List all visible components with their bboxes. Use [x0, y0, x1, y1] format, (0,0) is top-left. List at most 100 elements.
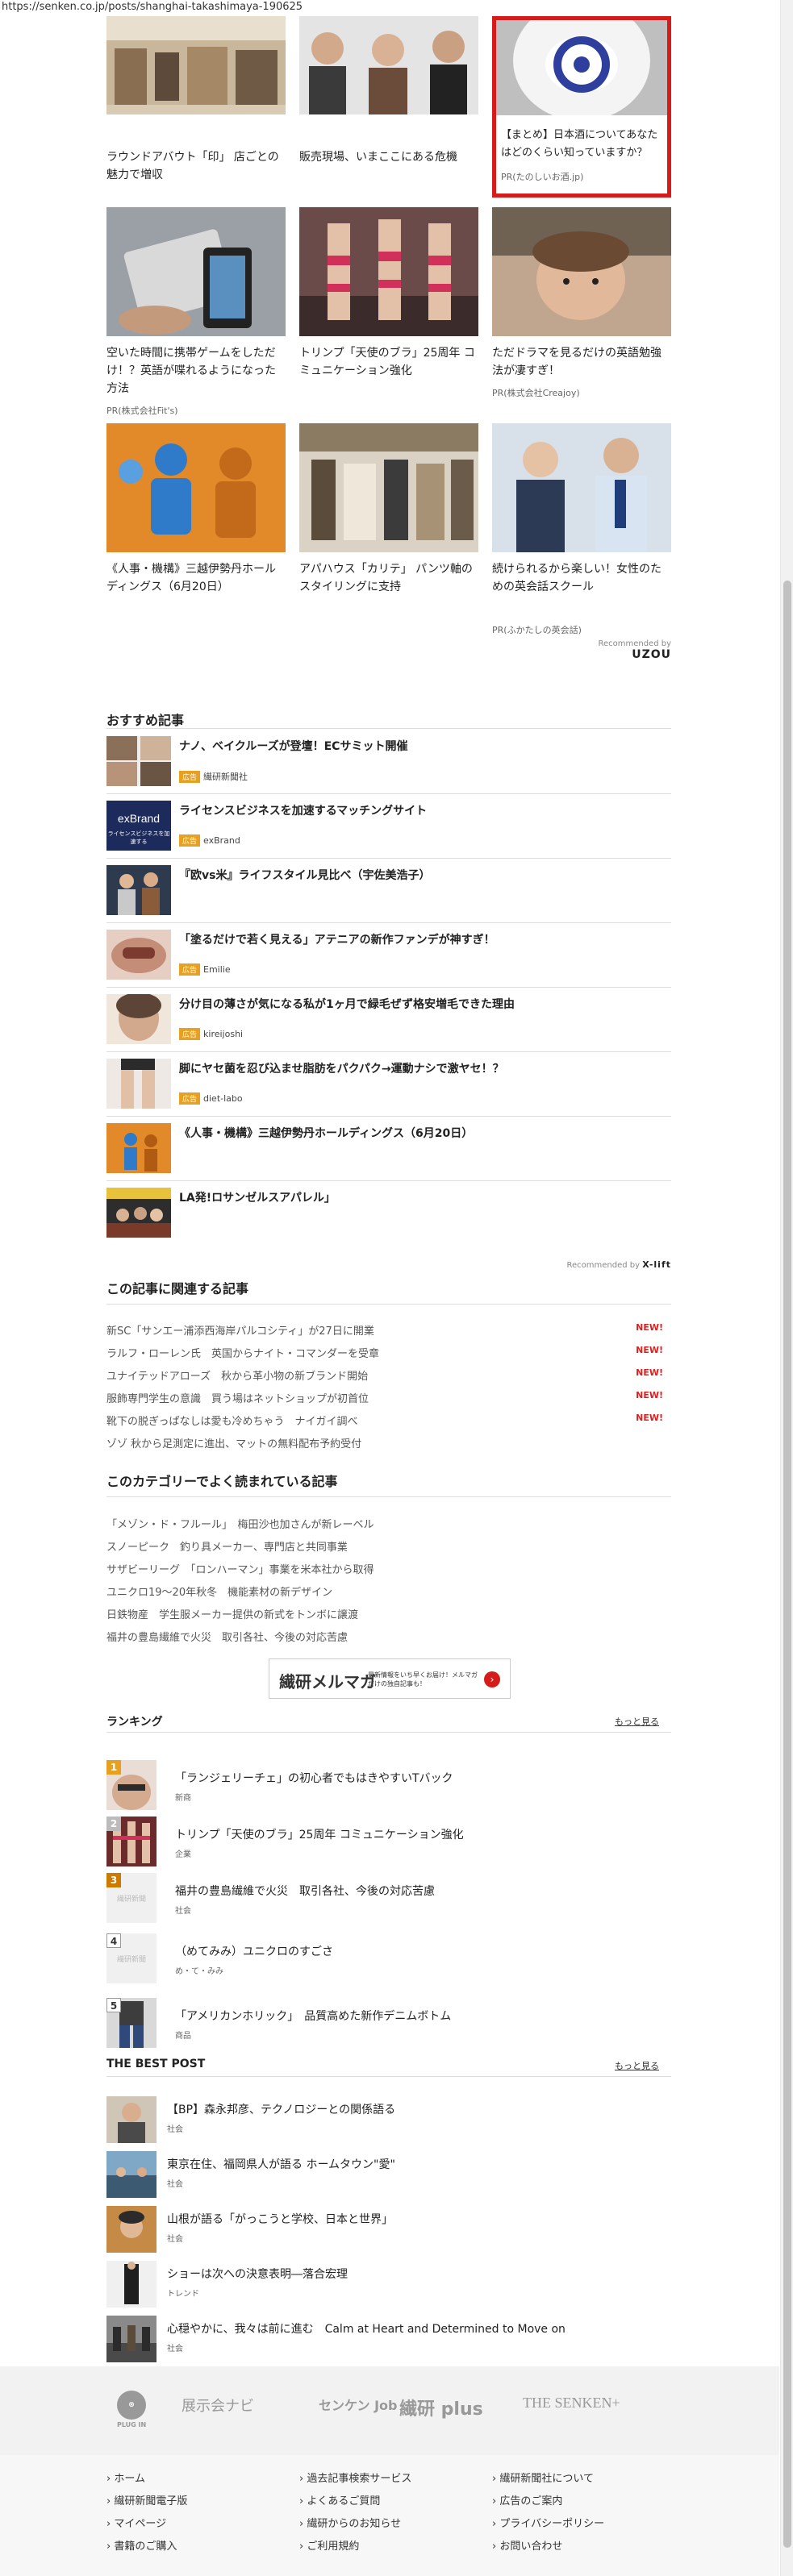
- ad-card[interactable]: 空いた時間に携帯ゲームをしただけ！？英語が喋れるようになった方法 PR(株式会社…: [106, 207, 286, 417]
- osusume-item[interactable]: 「塗るだけで若く見える」アテニアの新作ファンデが神すぎ！ 広告 Emilie: [106, 923, 671, 988]
- best-post-title[interactable]: 山根が語る「がっこうと学校、日本と世界」: [167, 2211, 393, 2227]
- ranking-title[interactable]: （めてみみ）ユニクロのすごさ: [175, 1943, 333, 1959]
- footer-link[interactable]: › ご利用規約: [299, 2537, 359, 2553]
- related-title[interactable]: 新SC「サンエー浦添西海岸パルコシティ」が27日に開業: [106, 1325, 374, 1338]
- footer-link[interactable]: › 繊研新聞社について: [492, 2470, 594, 2485]
- footer-link[interactable]: › マイページ: [106, 2515, 166, 2530]
- ad-card[interactable]: トリンプ「天使のブラ」25周年 コミュニケーション強化: [299, 207, 478, 380]
- related-item[interactable]: 新SC「サンエー浦添西海岸パルコシティ」が27日に開業 NEW!: [106, 1322, 671, 1338]
- footer-link-label[interactable]: 過去記事検索サービス: [307, 2473, 411, 2485]
- related-item[interactable]: ゾゾ 秋から足測定に進出、マットの無料配布予約受付: [106, 1435, 671, 1450]
- ranking-title[interactable]: 「アメリカンホリック」 品質高めた新作デニムボトム: [175, 2008, 451, 2024]
- category-item[interactable]: 福井の豊島繊維で火災 取引各社、今後の対応苦慮: [106, 1629, 671, 1644]
- footer-link-label[interactable]: 繊研新聞社について: [499, 2473, 594, 2485]
- osusume-item[interactable]: 『欧vs米』ライフスタイル見比べ（宇佐美浩子）: [106, 859, 671, 923]
- footer-link-label[interactable]: 繊研新聞電子版: [114, 2495, 187, 2507]
- ranking-item[interactable]: 繊研新聞 4 （めてみみ）ユニクロのすごさ め・て・みみ: [106, 1933, 671, 1990]
- ranking-title[interactable]: 福井の豊島繊維で火災 取引各社、今後の対応苦慮: [175, 1883, 435, 1899]
- footer-link-label[interactable]: プライバシーポリシー: [499, 2518, 604, 2530]
- the-senken-plus-logo[interactable]: THE SENKEN+: [523, 2395, 620, 2412]
- footer-link-label[interactable]: 書籍のご購入: [114, 2541, 177, 2553]
- category-item[interactable]: 「メゾン・ド・フルール」 梅田沙也加さんが新レーベル: [106, 1516, 671, 1531]
- footer-link-label[interactable]: ご利用規約: [307, 2541, 359, 2553]
- ranking-title[interactable]: トリンプ「天使のブラ」25周年 コミュニケーション強化: [175, 1826, 464, 1842]
- category-item[interactable]: 日鉄物産 学生服メーカー提供の新式をトンボに譲渡: [106, 1606, 671, 1621]
- ranking-item[interactable]: 繊研新聞 3 福井の豊島繊維で火災 取引各社、今後の対応苦慮 社会: [106, 1873, 671, 1929]
- ad-card[interactable]: 販売現場、いまここにある危機: [299, 16, 478, 166]
- ad-title[interactable]: 販売現場、いまここにある危機: [299, 148, 478, 166]
- best-post-item[interactable]: 東京在住、福岡県人が語る ホームタウン"愛" 社会: [106, 2151, 671, 2204]
- osusume-item[interactable]: exBrand ライセンスビジネスを加速する ライセンスビジネスを加速するマッチ…: [106, 794, 671, 859]
- ad-card[interactable]: 続けられるから楽しい！女性のための英会話スクール PR(ふかたしの英会話): [492, 423, 671, 636]
- category-item[interactable]: サザビーリーグ 「ロンハーマン」事業を米本社から取得: [106, 1561, 671, 1576]
- ad-title[interactable]: ラウンドアバウト「印」 店ごとの魅力で増収: [106, 148, 286, 184]
- footer-link[interactable]: › お問い合わせ: [492, 2537, 562, 2553]
- tenjikai-navi-logo[interactable]: 展示会ナビ: [182, 2395, 254, 2416]
- ad-title[interactable]: トリンプ「天使のブラ」25周年 コミュニケーション強化: [299, 344, 478, 380]
- ad-title[interactable]: 【まとめ】日本酒についてあなたはどのくらい知っていますか？: [496, 127, 667, 162]
- recommended-by-xlift[interactable]: Recommended by X-lift: [532, 1259, 671, 1270]
- related-item[interactable]: 服飾専門学生の意識 買う場はネットショップが初首位 NEW!: [106, 1390, 671, 1405]
- footer-link-label[interactable]: 広告のご案内: [499, 2495, 562, 2507]
- osusume-title[interactable]: 「塗るだけで若く見える」アテニアの新作ファンデが神すぎ！: [179, 931, 495, 947]
- osusume-title[interactable]: LA発!ロサンゼルスアパレル」: [179, 1189, 336, 1205]
- related-title[interactable]: ユナイテッドアローズ 秋から革小物の新ブランド開始: [106, 1371, 368, 1383]
- related-item[interactable]: ユナイテッドアローズ 秋から革小物の新ブランド開始 NEW!: [106, 1367, 671, 1383]
- ranking-item[interactable]: 1 「ランジェリーチェ」の初心者でもはきやすいTバック 新商: [106, 1760, 671, 1817]
- related-title[interactable]: ゾゾ 秋から足測定に進出、マットの無料配布予約受付: [106, 1438, 361, 1450]
- ad-title[interactable]: 《人事・機構》三越伊勢丹ホールディングス（6月20日）: [106, 560, 286, 596]
- osusume-item[interactable]: 脚にヤセ菌を忍び込ませ脂肪をパクパク→運動ナシで激ヤセ！？ 広告 diet-lab…: [106, 1052, 671, 1117]
- footer-link[interactable]: › 書籍のご購入: [106, 2537, 177, 2553]
- related-title[interactable]: 服飾専門学生の意識 買う場はネットショップが初首位: [106, 1393, 369, 1405]
- osusume-title[interactable]: 脚にヤセ菌を忍び込ませ脂肪をパクパク→運動ナシで激ヤセ！？: [179, 1060, 504, 1076]
- related-title[interactable]: ラルフ・ローレン氏 英国からナイト・コマンダーを受章: [106, 1348, 379, 1360]
- footer-link[interactable]: › 過去記事検索サービス: [299, 2470, 411, 2485]
- ranking-more-link[interactable]: もっと見る: [615, 1715, 659, 1728]
- osusume-title[interactable]: ナノ、ベイクルーズが登壇！ECサミット開催: [179, 738, 407, 754]
- best-post-title[interactable]: ショーは次への決意表明―落合宏理: [167, 2266, 348, 2282]
- senken-plus-logo[interactable]: 繊研 plus: [399, 2395, 483, 2420]
- ad-title[interactable]: ただドラマを見るだけの英語勉強法が凄すぎ！: [492, 344, 671, 380]
- footer-link[interactable]: › 広告のご案内: [492, 2492, 562, 2507]
- osusume-item[interactable]: 《人事・機構》三越伊勢丹ホールディングス（6月20日）: [106, 1117, 671, 1181]
- osusume-item[interactable]: LA発!ロサンゼルスアパレル」: [106, 1181, 671, 1246]
- related-item[interactable]: 靴下の脱ぎっぱなしは愛も冷めちゃう ナイガイ調べ NEW!: [106, 1413, 671, 1428]
- recommended-by-uzou[interactable]: Recommended by UZOU: [565, 639, 671, 661]
- senken-job-logo[interactable]: センケン Job: [319, 2395, 398, 2414]
- best-post-item[interactable]: 心穏やかに、我々は前に進む Calm at Heart and Determin…: [106, 2316, 671, 2369]
- footer-link-label[interactable]: お問い合わせ: [499, 2541, 562, 2553]
- best-post-more-link[interactable]: もっと見る: [615, 2059, 659, 2072]
- best-post-title[interactable]: 【BP】森永邦彦、テクノロジーとの関係語る: [167, 2101, 395, 2117]
- chevron-right-icon[interactable]: ›: [484, 1671, 500, 1688]
- ranking-title[interactable]: 「ランジェリーチェ」の初心者でもはきやすいTバック: [175, 1770, 453, 1786]
- category-item[interactable]: ユニクロ19～20年秋冬 機能素材の新デザイン: [106, 1583, 671, 1599]
- ad-title[interactable]: アパハウス「カリテ」 パンツ軸のスタイリングに支持: [299, 560, 478, 596]
- ranking-item[interactable]: 2 トリンプ「天使のブラ」25周年 コミュニケーション強化 企業: [106, 1817, 671, 1873]
- osusume-item[interactable]: 分け目の薄さが気になる私が1ヶ月で緑毛ぜず格安増毛できた理由 広告 kireijo…: [106, 988, 671, 1052]
- plugin-logo[interactable]: ⊗ PLUG IN: [117, 2391, 146, 2428]
- ad-card[interactable]: ただドラマを見るだけの英語勉強法が凄すぎ！ PR(株式会社Creajoy): [492, 207, 671, 399]
- osusume-title[interactable]: ライセンスビジネスを加速するマッチングサイト: [179, 802, 427, 818]
- footer-link[interactable]: › プライバシーポリシー: [492, 2515, 604, 2530]
- footer-link-label[interactable]: よくあるご質問: [307, 2495, 380, 2507]
- footer-link[interactable]: › 繊研新聞電子版: [106, 2492, 187, 2507]
- footer-link[interactable]: › よくあるご質問: [299, 2492, 380, 2507]
- footer-link-label[interactable]: ホーム: [114, 2473, 145, 2485]
- related-title[interactable]: 靴下の脱ぎっぱなしは愛も冷めちゃう ナイガイ調べ: [106, 1416, 357, 1428]
- footer-link[interactable]: › ホーム: [106, 2470, 145, 2485]
- ad-title[interactable]: 空いた時間に携帯ゲームをしただけ！？英語が喋れるようになった方法: [106, 344, 286, 397]
- best-post-title[interactable]: 心穏やかに、我々は前に進む Calm at Heart and Determin…: [167, 2320, 566, 2337]
- best-post-item[interactable]: ショーは次への決意表明―落合宏理 トレンド: [106, 2261, 671, 2314]
- ad-card[interactable]: アパハウス「カリテ」 パンツ軸のスタイリングに支持: [299, 423, 478, 596]
- ranking-item[interactable]: 5 「アメリカンホリック」 品質高めた新作デニムボトム 商品: [106, 1998, 671, 2054]
- page-scrollbar[interactable]: [780, 0, 793, 2576]
- footer-link-label[interactable]: マイページ: [114, 2518, 166, 2530]
- ad-card[interactable]: ラウンドアバウト「印」 店ごとの魅力で増収: [106, 16, 286, 184]
- category-item[interactable]: スノーピーク 釣り具メーカー、専門店と共同事業: [106, 1538, 671, 1554]
- ad-card-featured[interactable]: 【まとめ】日本酒についてあなたはどのくらい知っていますか？ PR(たのしいお酒.…: [492, 16, 671, 198]
- best-post-item[interactable]: 山根が語る「がっこうと学校、日本と世界」 社会: [106, 2206, 671, 2259]
- osusume-title[interactable]: 《人事・機構》三越伊勢丹ホールディングス（6月20日）: [179, 1125, 473, 1141]
- ad-title[interactable]: 続けられるから楽しい！女性のための英会話スクール: [492, 560, 671, 596]
- footer-link-label[interactable]: 繊研からのお知らせ: [307, 2518, 401, 2530]
- scrollbar-thumb[interactable]: [783, 581, 791, 2548]
